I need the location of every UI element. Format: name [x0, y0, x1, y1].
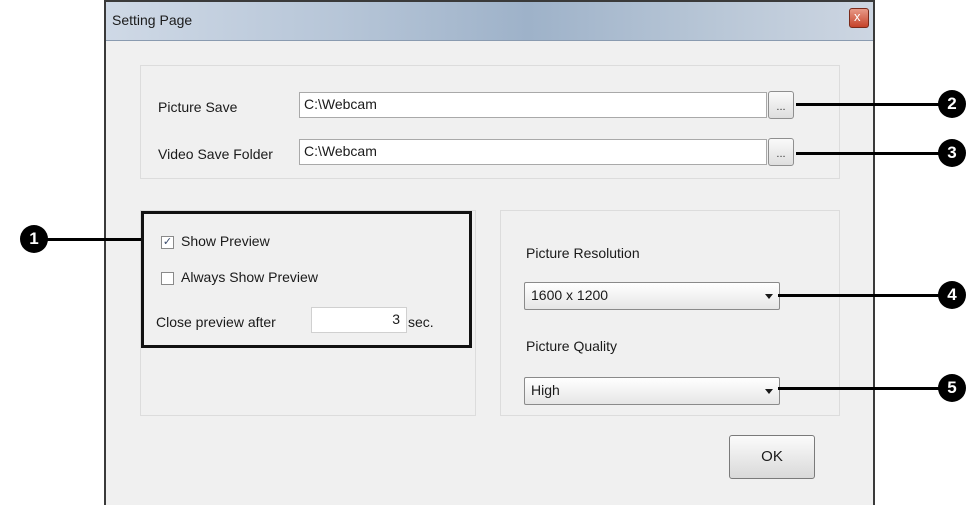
- ok-button[interactable]: OK: [729, 435, 815, 479]
- close-button[interactable]: x: [849, 8, 869, 28]
- callout-3-line: [796, 152, 940, 155]
- callout-2: 2: [938, 90, 966, 118]
- chevron-down-icon: [765, 389, 773, 394]
- picture-save-field[interactable]: C:\Webcam: [299, 92, 767, 118]
- chevron-down-icon: [765, 294, 773, 299]
- callout-1: 1: [20, 225, 48, 253]
- callout-4: 4: [938, 281, 966, 309]
- video-save-browse-button[interactable]: ...: [768, 138, 794, 166]
- title-bar: Setting Page x: [106, 2, 873, 41]
- callout-3: 3: [938, 139, 966, 167]
- picture-quality-label: Picture Quality: [526, 338, 618, 354]
- callout-2-line: [796, 103, 940, 106]
- picture-resolution-dropdown[interactable]: 1600 x 1200: [524, 282, 780, 310]
- video-save-label: Video Save Folder: [158, 146, 273, 162]
- callout-4-line: [778, 294, 940, 297]
- picture-resolution-label: Picture Resolution: [526, 245, 640, 261]
- callout-5: 5: [938, 374, 966, 402]
- picture-quality-dropdown[interactable]: High: [524, 377, 780, 405]
- picture-save-label: Picture Save: [158, 99, 238, 115]
- picture-resolution-value: 1600 x 1200: [531, 287, 609, 303]
- video-save-field[interactable]: C:\Webcam: [299, 139, 767, 165]
- callout-1-line: [40, 238, 141, 241]
- close-icon: x: [854, 9, 861, 24]
- callout-5-line: [778, 387, 940, 390]
- preview-highlight-box: [141, 211, 472, 348]
- picture-save-browse-button[interactable]: ...: [768, 91, 794, 119]
- window-title: Setting Page: [112, 12, 193, 28]
- picture-quality-value: High: [531, 382, 560, 398]
